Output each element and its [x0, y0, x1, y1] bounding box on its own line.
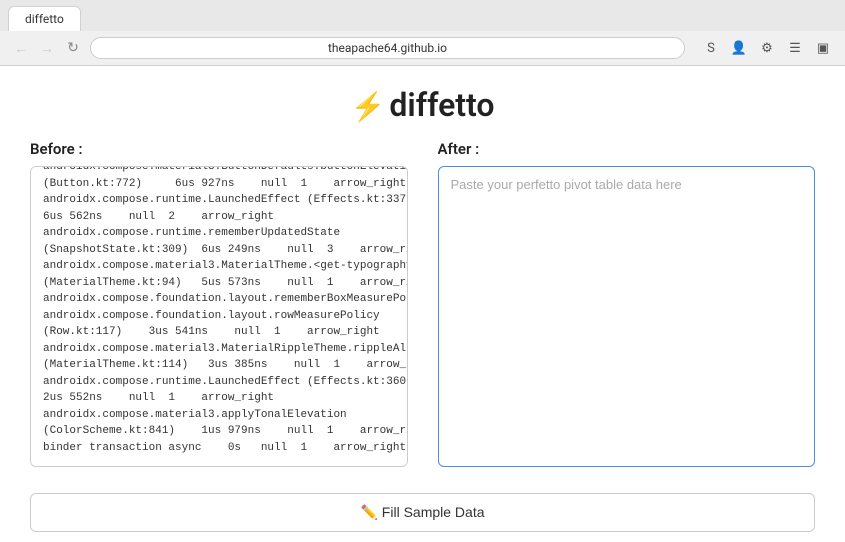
- before-panel: Before :: [30, 140, 408, 467]
- browser-chrome: diffetto ← → ↻ theapache64.github.io S 👤…: [0, 0, 845, 66]
- bookmark-icon[interactable]: ☰: [785, 38, 805, 58]
- fill-sample-button[interactable]: ✏️ Fill Sample Data: [30, 493, 815, 532]
- window-icon[interactable]: ▣: [813, 38, 833, 58]
- address-bar[interactable]: theapache64.github.io: [90, 37, 685, 59]
- lightning-icon: ⚡: [350, 90, 385, 123]
- reload-button[interactable]: ↻: [64, 39, 82, 57]
- forward-button[interactable]: →: [38, 39, 56, 57]
- after-textarea[interactable]: [438, 166, 816, 467]
- app-title: ⚡diffetto: [350, 86, 494, 124]
- active-tab[interactable]: diffetto: [8, 6, 81, 31]
- page-content: ⚡diffetto Before : After :: [0, 66, 845, 483]
- app-title-text: diffetto: [389, 86, 494, 124]
- panel-divider: [408, 140, 438, 467]
- browser-icons: S 👤 ⚙ ☰ ▣: [701, 38, 833, 58]
- settings-icon[interactable]: ⚙: [757, 38, 777, 58]
- url-text: theapache64.github.io: [328, 41, 447, 55]
- app-header: ⚡diffetto: [0, 66, 845, 140]
- back-button[interactable]: ←: [12, 39, 30, 57]
- browser-controls: ← → ↻ theapache64.github.io S 👤 ⚙ ☰ ▣: [0, 31, 845, 65]
- main-layout: Before : After :: [0, 140, 845, 467]
- before-label: Before :: [30, 140, 408, 158]
- profile-icon[interactable]: 👤: [729, 38, 749, 58]
- before-textarea[interactable]: [30, 166, 408, 467]
- after-panel: After :: [438, 140, 816, 467]
- tab-bar: diffetto: [0, 0, 845, 31]
- after-label: After :: [438, 140, 816, 158]
- bottom-bar: ✏️ Fill Sample Data: [0, 483, 845, 542]
- extensions-icon[interactable]: S: [701, 38, 721, 58]
- tab-label: diffetto: [25, 12, 64, 26]
